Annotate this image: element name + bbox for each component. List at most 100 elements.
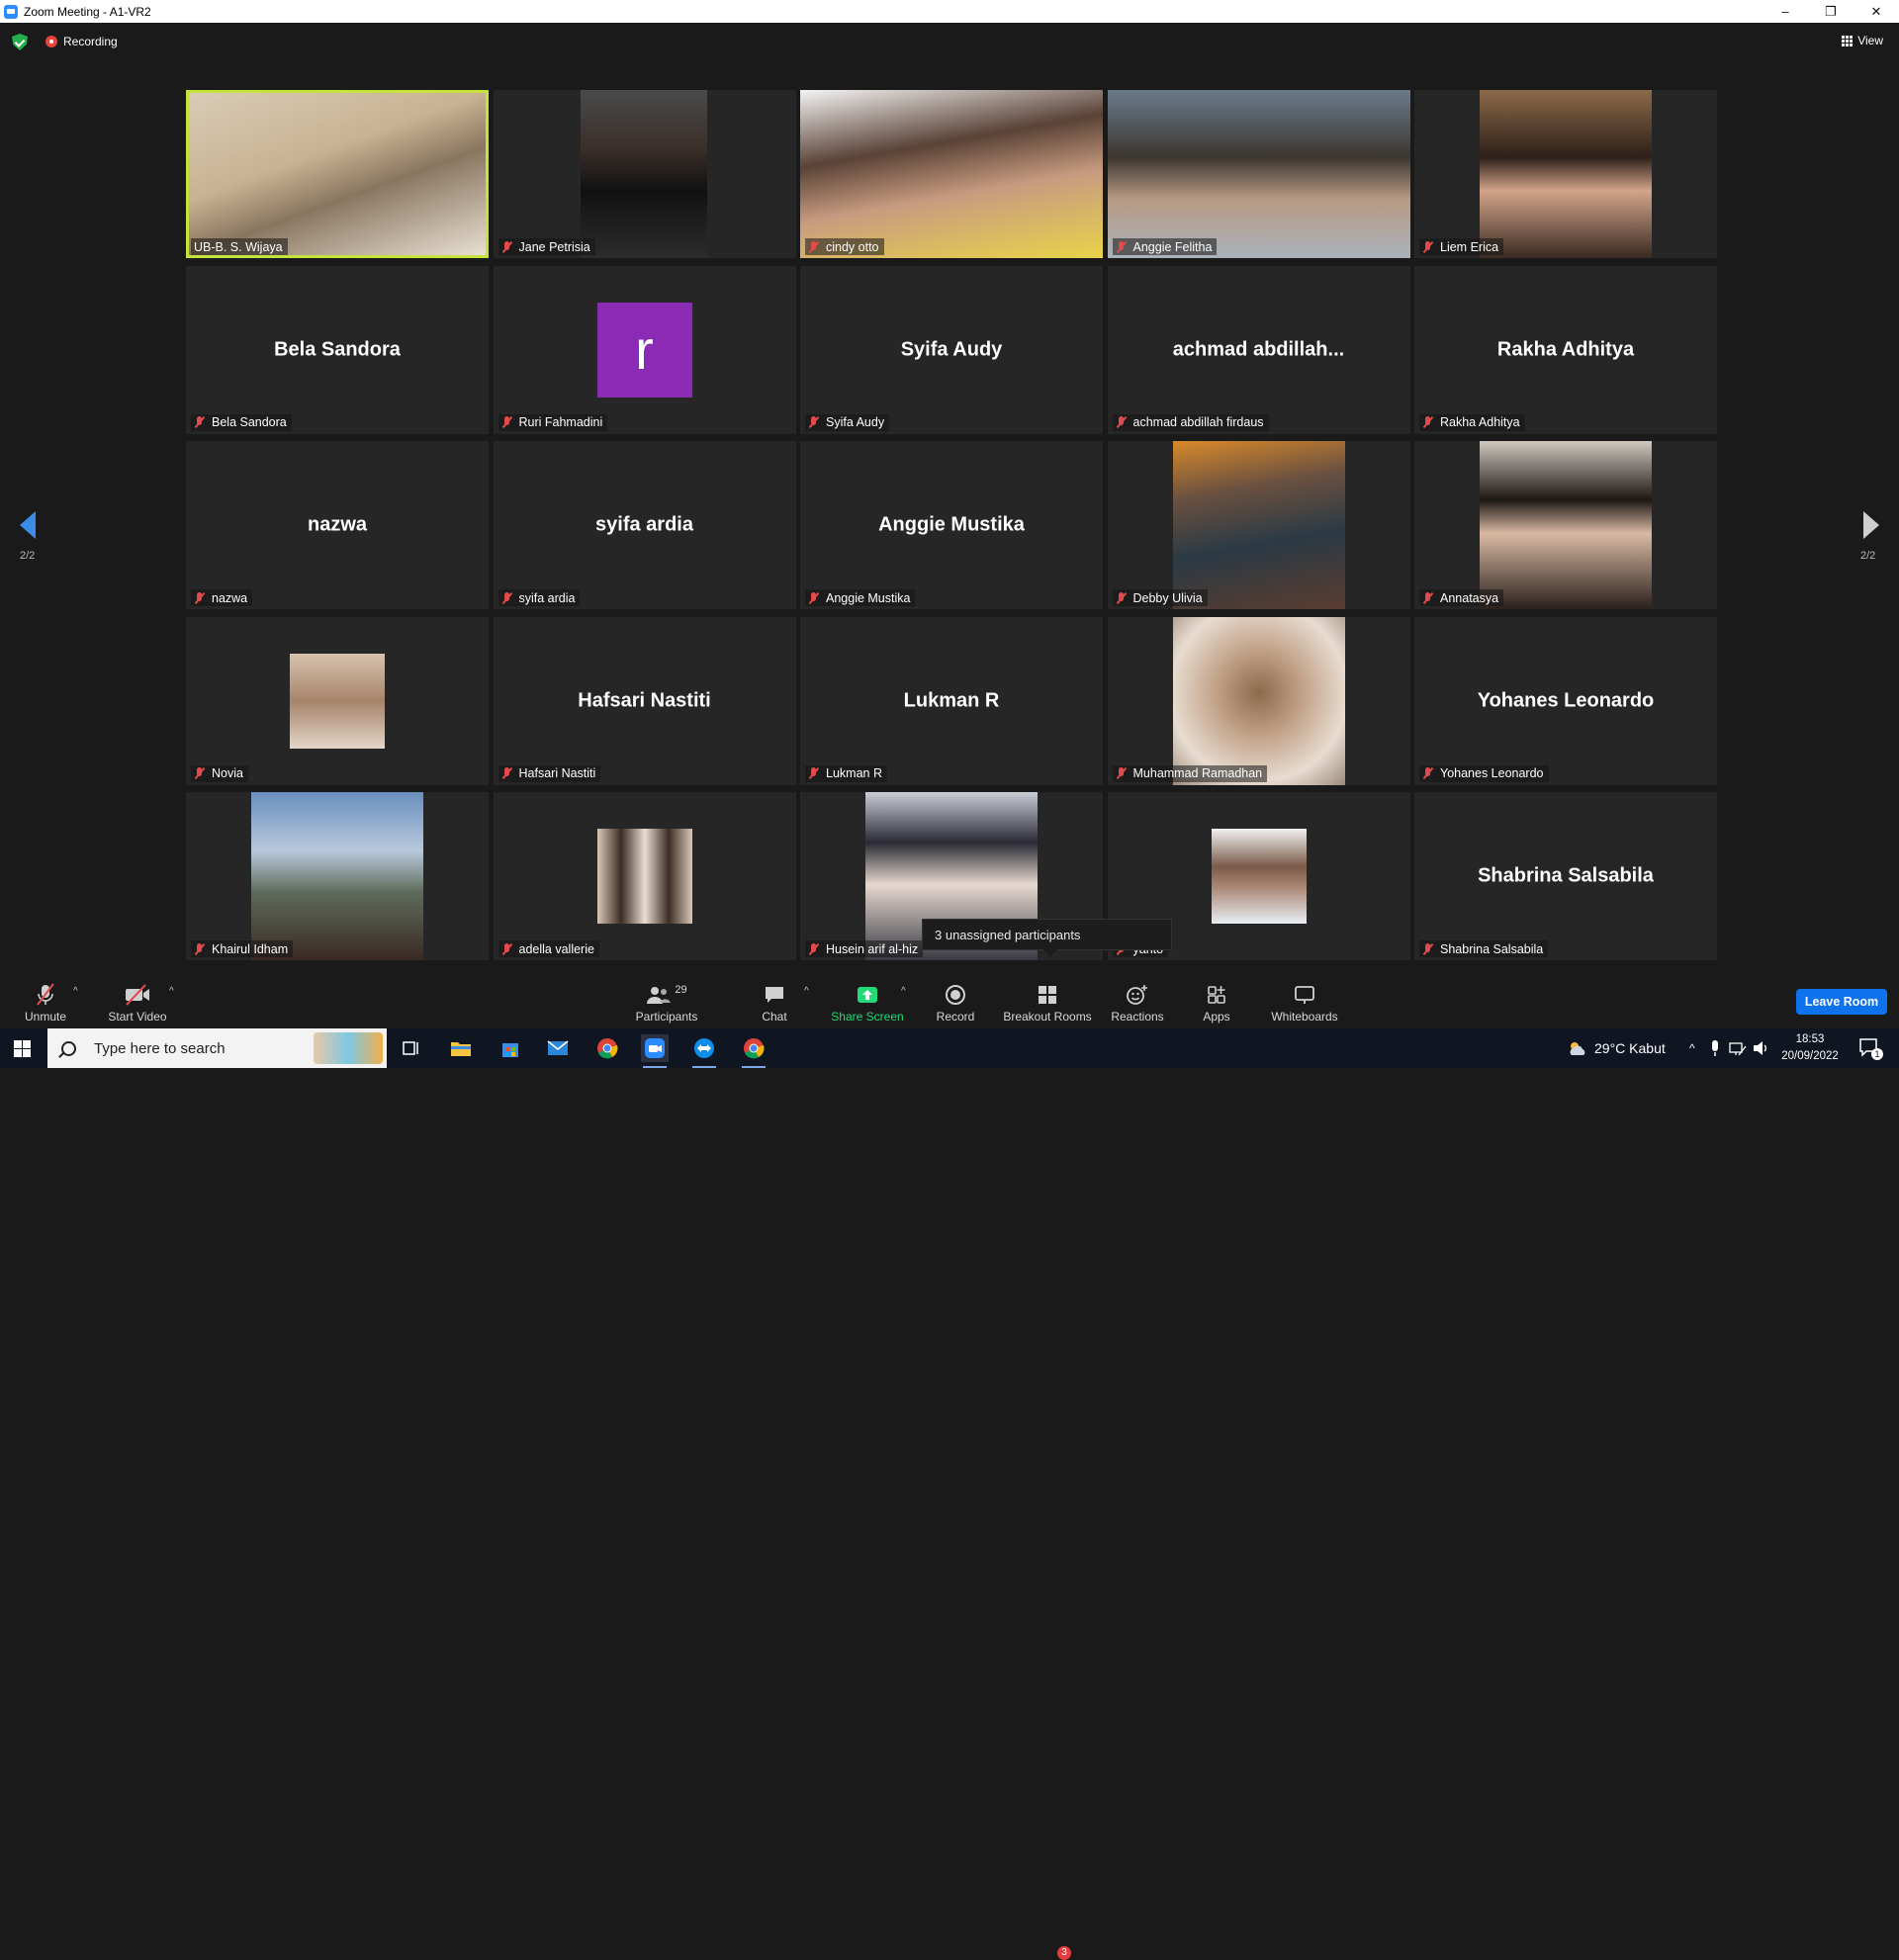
share-options-caret-icon[interactable]: ^ [901,986,906,997]
chrome-icon[interactable] [593,1034,621,1062]
page-indicator-left: 2/2 [20,550,36,562]
participant-name-label: Anggie Felitha [1112,238,1218,255]
participant-tile[interactable]: r Ruri Fahmadini [493,265,796,434]
recording-indicator[interactable]: Recording [45,35,118,48]
apps-button[interactable]: Apps [1199,982,1234,1024]
show-hidden-icons-chevron-icon[interactable]: ^ [1689,1028,1695,1068]
mic-muted-icon [194,767,206,779]
participant-video [1172,616,1345,785]
mic-muted-icon [1422,240,1434,253]
participant-tile[interactable]: Anggie Felitha [1107,90,1410,258]
view-label: View [1857,34,1883,47]
participant-tile[interactable]: Anggie Mustika Anggie Mustika [800,441,1103,609]
participant-avatar: r [596,302,692,398]
record-button[interactable]: Record [934,982,977,1024]
microsoft-store-icon[interactable] [497,1034,524,1062]
participant-video [1480,441,1652,609]
clock-date: 20/09/2022 [1781,1050,1839,1062]
participant-tile[interactable]: cindy otto [800,90,1103,258]
participant-name-label: Anggie Mustika [805,589,916,606]
participant-name-label: Debby Ulivia [1112,589,1208,606]
microphone-tray-icon[interactable] [1709,1028,1721,1068]
participant-tile[interactable]: Liem Erica [1414,90,1717,258]
breakout-rooms-button[interactable]: Breakout Rooms [1001,982,1094,1024]
participant-tile[interactable]: nazwa nazwa [186,441,489,609]
reactions-button[interactable]: Reactions [1110,982,1165,1024]
encryption-shield-icon[interactable] [12,34,28,50]
minimize-button[interactable]: – [1763,0,1808,23]
video-options-caret-icon[interactable]: ^ [169,986,174,997]
participant-tile[interactable]: Syifa Audy Syifa Audy [800,265,1103,434]
gallery-grid: UB-B. S. Wijaya Jane Petrisia cindy otto… [186,90,1717,960]
teamviewer-icon[interactable] [690,1034,718,1068]
participant-tile[interactable]: Debby Ulivia [1107,441,1410,609]
participant-tile[interactable]: Rakha Adhitya Rakha Adhitya [1414,265,1717,434]
mic-muted-icon [808,767,820,779]
participant-tile[interactable]: achmad abdillah... achmad abdillah firda… [1107,265,1410,434]
task-view-icon[interactable] [398,1034,425,1062]
taskbar-search-box[interactable]: Type here to search [47,1028,387,1068]
close-button[interactable]: ✕ [1854,0,1899,23]
meeting-toolbar: Unmute ^ Start Video ^ 29 Participants C… [0,964,1899,1960]
window-titlebar: Zoom Meeting - A1-VR2 – ❐ ✕ [0,0,1899,23]
search-icon [61,1040,76,1056]
record-icon [946,985,965,1005]
chat-options-caret-icon[interactable]: ^ [804,986,809,997]
mic-muted-icon [808,591,820,604]
recording-dot-icon [45,36,57,47]
system-clock[interactable]: 18:53 20/09/2022 [1775,1031,1845,1065]
participant-video [189,93,486,255]
previous-page-arrow-icon[interactable] [20,511,36,539]
chrome-profile-icon[interactable] [740,1034,768,1068]
participant-tile[interactable]: adella vallerie [493,792,796,960]
start-video-button[interactable]: Start Video [103,982,172,1024]
volume-tray-icon[interactable] [1753,1028,1770,1068]
participant-name-label: cindy otto [805,238,884,255]
participant-tile[interactable]: Jane Petrisia [493,90,796,258]
participant-video [251,792,423,960]
participant-tile[interactable]: Lukman R Lukman R [800,616,1103,785]
participant-tile[interactable]: UB-B. S. Wijaya [186,90,489,258]
participant-tile[interactable]: Muhammad Ramadhan [1107,616,1410,785]
unassigned-participants-tooltip: 3 unassigned participants [922,919,1172,957]
weather-cloud-icon [1570,1042,1585,1055]
share-screen-button[interactable]: Share Screen [831,982,904,1024]
participant-name-label: Novia [191,764,248,782]
mail-icon[interactable] [544,1034,572,1062]
participant-tile[interactable]: Shabrina Salsabila Shabrina Salsabila [1414,792,1717,960]
audio-options-caret-icon[interactable]: ^ [73,986,78,997]
leave-room-button[interactable]: Leave Room [1796,989,1887,1015]
unmute-button[interactable]: Unmute [18,982,73,1024]
participant-tile[interactable]: Khairul Idham [186,792,489,960]
participant-tile[interactable]: Bela Sandora Bela Sandora [186,265,489,434]
network-tray-icon[interactable] [1729,1028,1747,1068]
mic-muted-icon [501,942,513,955]
grid-view-icon [1842,35,1854,46]
next-page-arrow-icon[interactable] [1863,511,1879,539]
restore-button[interactable]: ❐ [1808,0,1854,23]
participant-tile[interactable]: Hafsari Nastiti Hafsari Nastiti [493,616,796,785]
participant-tile[interactable]: Novia [186,616,489,785]
zoom-taskbar-icon[interactable] [641,1034,669,1068]
chat-button[interactable]: Chat [757,982,792,1024]
windows-start-icon[interactable] [14,1040,31,1057]
mic-muted-icon [1422,416,1434,428]
whiteboards-button[interactable]: Whiteboards [1268,982,1341,1024]
participant-display-name: Hafsari Nastiti [578,689,711,711]
weather-widget[interactable]: 29°C Kabut [1567,1028,1666,1068]
participant-tile[interactable]: Annatasya [1414,441,1717,609]
participant-name-label: achmad abdillah firdaus [1112,413,1269,431]
participant-name-label: Khairul Idham [191,940,294,957]
notification-count: 1 [1871,1048,1883,1060]
view-button[interactable]: View [1842,34,1883,47]
participant-name-label: syifa ardia [497,589,581,606]
participants-count: 29 [675,984,687,996]
participant-tile[interactable]: syifa ardia syifa ardia [493,441,796,609]
participants-button[interactable]: 29 Participants [631,982,702,1024]
mic-muted-icon [808,416,820,428]
participant-display-name: Anggie Mustika [878,513,1025,536]
notifications-icon[interactable]: 1 [1859,1028,1883,1068]
participant-video [580,90,707,258]
file-explorer-icon[interactable] [447,1034,475,1062]
participant-tile[interactable]: Yohanes Leonardo Yohanes Leonardo [1414,616,1717,785]
